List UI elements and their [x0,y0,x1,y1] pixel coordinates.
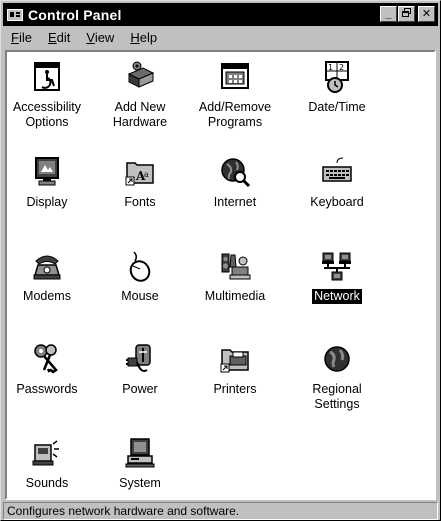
close-button[interactable]: ✕ [418,6,435,22]
minimize-icon: _ [385,7,392,20]
fonts-folder-icon: A a [125,162,154,186]
menu-edit[interactable]: Edit [40,28,78,48]
menu-bar: File Edit View Help [3,28,438,48]
item-label: Date/Time [308,100,366,114]
item-label: System [119,476,161,490]
item-multimedia[interactable]: Multimedia [187,249,283,304]
close-icon: ✕ [421,7,432,20]
item-fonts[interactable]: A a Fonts [92,155,188,210]
item-label: Keyboard [310,195,364,209]
item-label: Add New Hardware [112,100,168,129]
add-hardware-icon [127,61,155,88]
item-add-new-hardware[interactable]: Add New Hardware [92,60,188,130]
item-label: Power [122,382,158,396]
item-modems[interactable]: Modems [7,249,95,304]
title-bar[interactable]: Control Panel _ ✕ [3,3,438,26]
accessibility-icon [34,62,60,91]
item-label: Passwords [16,382,78,396]
item-label: Modems [23,289,71,303]
keyboard-icon [322,157,352,182]
item-regional-settings[interactable]: Regional Settings [289,342,385,412]
modem-phone-icon [33,255,61,280]
item-printers[interactable]: Printers [187,342,283,397]
svg-text:1: 1 [328,63,333,72]
add-remove-programs-icon [221,63,249,89]
keys-icon [34,344,58,374]
speaker-icon [32,440,59,466]
menu-file[interactable]: File [3,28,40,48]
item-label: Printers [213,382,257,396]
item-label: Regional Settings [312,382,362,411]
status-bar: Configures network hardware and software… [3,502,438,520]
item-network[interactable]: Network [289,249,385,304]
internet-globe-icon [221,158,251,188]
item-date-time[interactable]: 1 2 Date/Time [289,60,385,115]
maximize-icon [402,8,411,20]
minimize-button[interactable]: _ [380,6,397,22]
network-icon [322,252,351,281]
control-panel-window: Control Panel _ ✕ File Edit View Help Ac… [0,0,441,521]
item-keyboard[interactable]: Keyboard [289,155,385,210]
menu-help[interactable]: Help [122,28,165,48]
window-title: Control Panel [28,6,122,23]
multimedia-icon [221,253,251,280]
display-monitor-icon [35,157,59,186]
computer-icon [125,438,155,468]
menu-view[interactable]: View [78,28,122,48]
item-system[interactable]: System [92,436,188,491]
maximize-button[interactable] [398,6,415,22]
calendar-clock-icon: 1 2 [325,61,349,93]
item-label: Fonts [124,195,156,209]
item-add-remove-programs[interactable]: Add/Remove Programs [187,60,283,130]
item-label: Network [312,289,362,304]
power-plug-icon [126,344,151,372]
svg-text:2: 2 [339,63,344,72]
item-power[interactable]: Power [92,342,188,397]
item-label: Internet [213,195,257,209]
item-sounds[interactable]: Sounds [7,436,95,491]
item-label: Sounds [25,476,69,490]
item-label: Accessibility Options [12,100,82,129]
item-passwords[interactable]: Passwords [7,342,95,397]
item-internet[interactable]: Internet [187,155,283,210]
item-accessibility-options[interactable]: Accessibility Options [7,60,95,130]
globe-icon [324,346,350,372]
mouse-icon [129,251,151,282]
item-mouse[interactable]: Mouse [92,249,188,304]
item-label: Display [26,195,68,209]
control-panel-icon [7,8,23,22]
item-label: Mouse [121,289,159,303]
item-label: Multimedia [204,289,266,303]
icon-view: Accessibility Options Add New Hardware A… [5,50,436,500]
printer-folder-icon [220,349,249,373]
svg-text:a: a [144,170,149,179]
item-label: Add/Remove Programs [198,100,272,129]
item-display[interactable]: Display [7,155,95,210]
